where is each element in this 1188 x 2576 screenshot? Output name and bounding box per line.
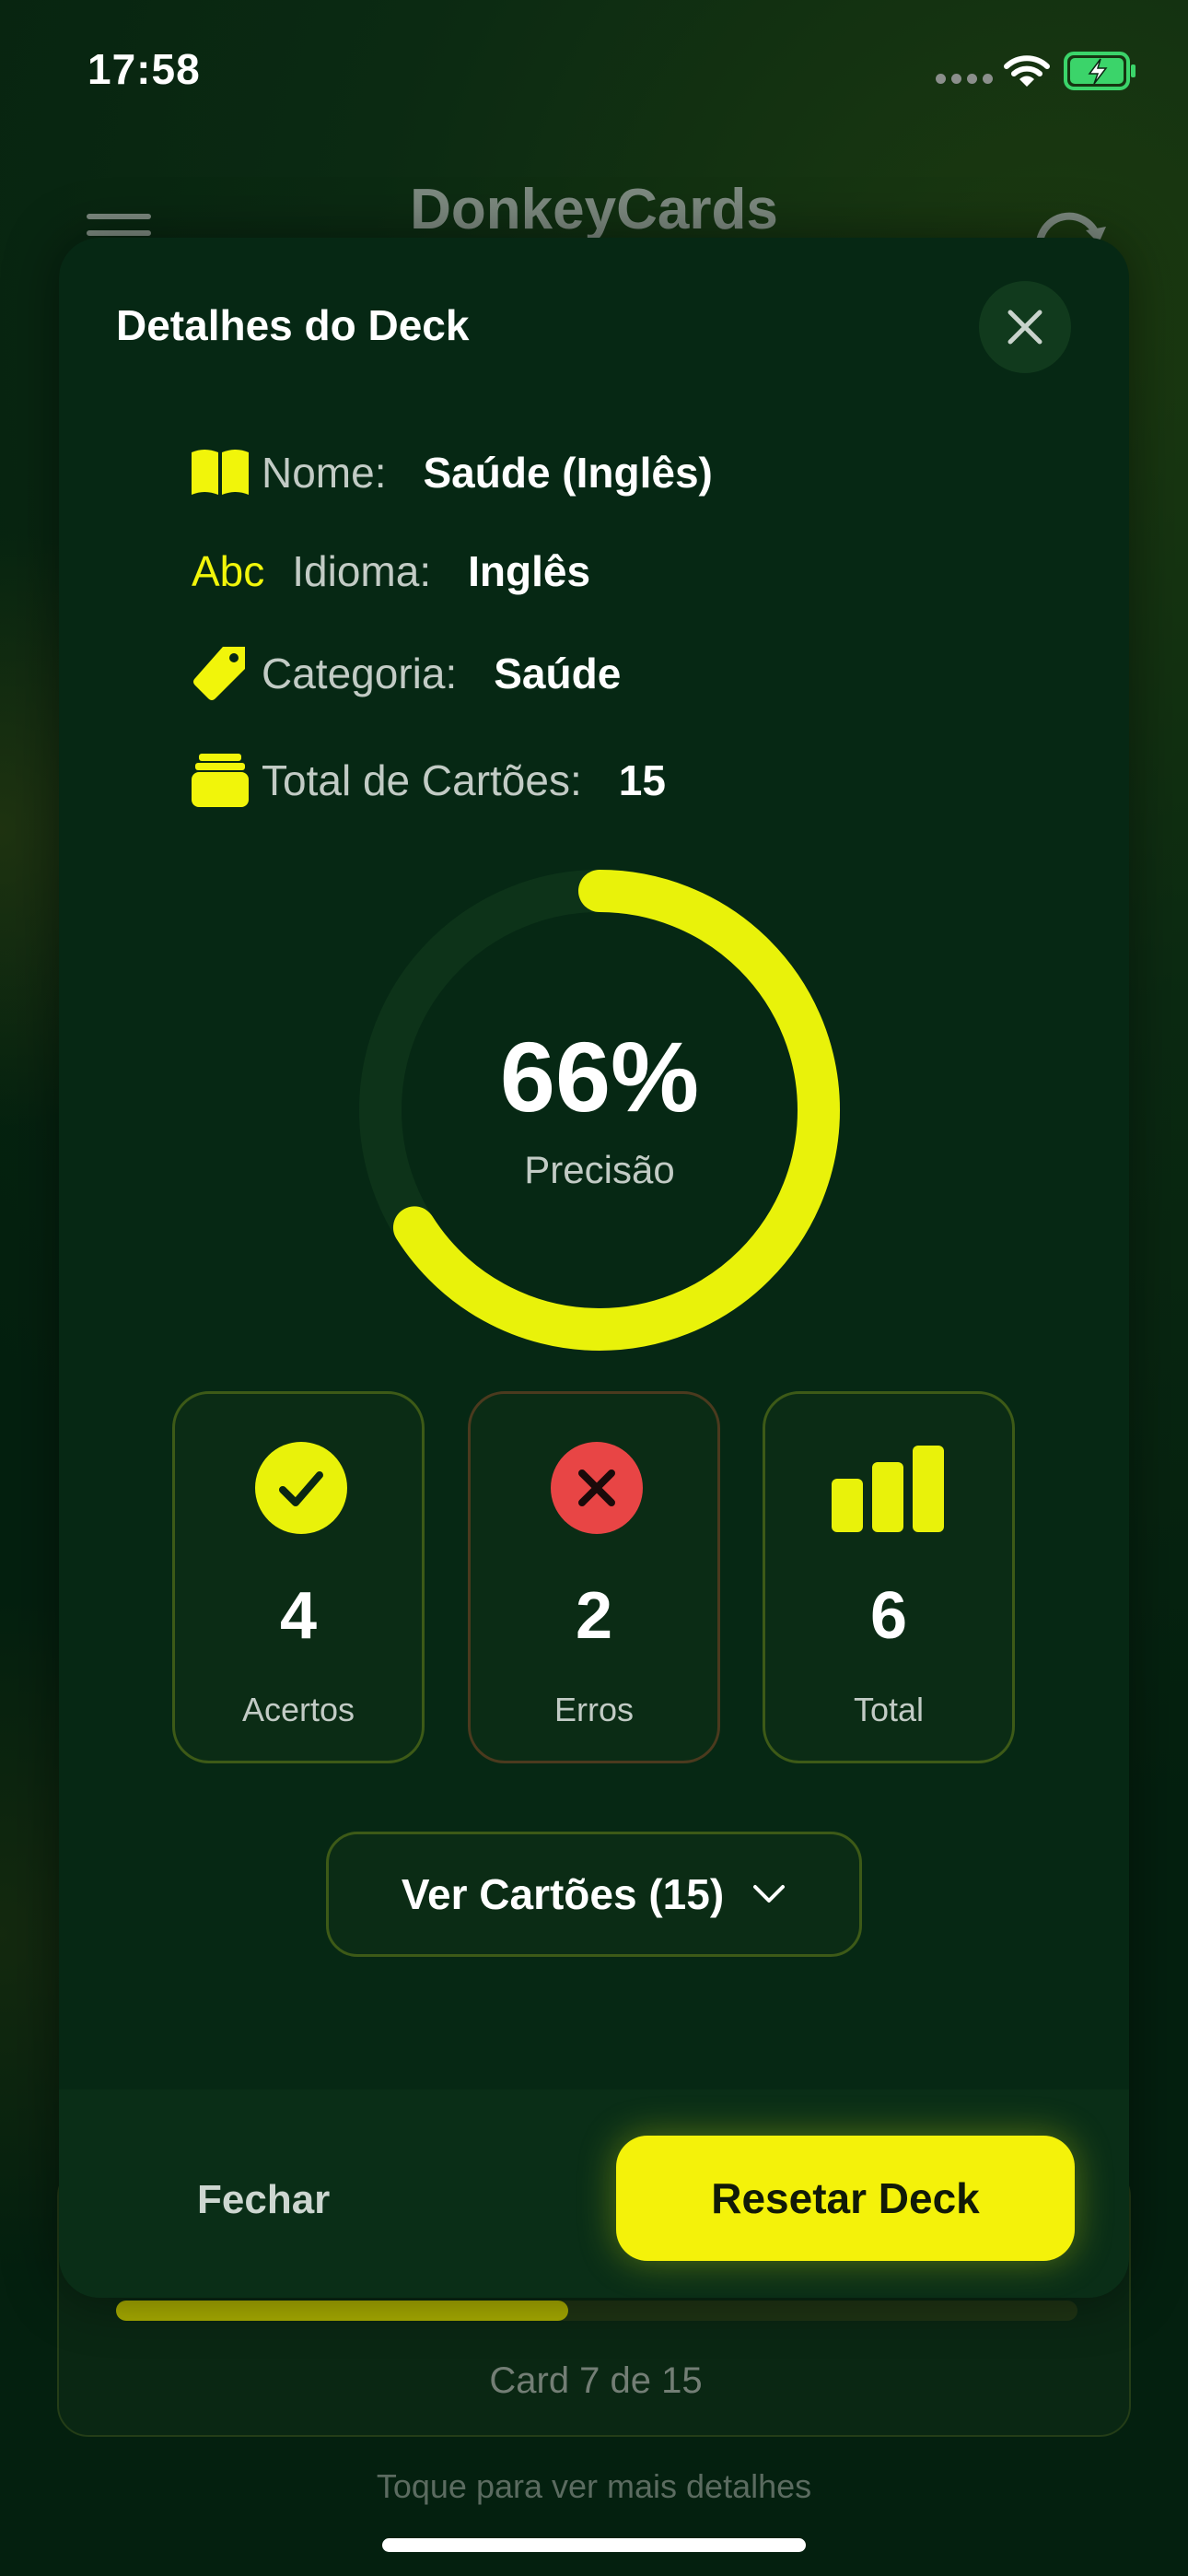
accuracy-percent: 66% — [499, 1021, 700, 1132]
app-title: DonkeyCards — [410, 178, 778, 241]
sheet-footer: Fechar Resetar Deck — [59, 2090, 1129, 2298]
accuracy-label: Precisão — [524, 1148, 675, 1191]
screen: 17:58 DonkeyCards Card 7 de 15 Toque par… — [0, 0, 1188, 2576]
deck-details-sheet: Detalhes do Deck Nome: Saúde (Inglês) Ab… — [59, 238, 1129, 2298]
tag-icon — [190, 643, 250, 704]
deck-name-value: Saúde (Inglês) — [423, 449, 713, 497]
total-count: 6 — [869, 1579, 908, 1653]
total-stat-card: 6 Total — [763, 1391, 1015, 1763]
reset-deck-label: Resetar Deck — [711, 2174, 980, 2222]
correct-label: Acertos — [241, 1691, 355, 1728]
cellular-signal-icon — [936, 74, 993, 84]
x-circle-icon — [551, 1442, 643, 1534]
deck-language-value: Inglês — [468, 547, 591, 595]
error-label: Erros — [553, 1691, 634, 1728]
info-label: Categoria: — [262, 650, 458, 697]
home-indicator — [382, 2538, 806, 2552]
close-icon-button[interactable] — [979, 281, 1071, 373]
info-row-category: Categoria: Saúde — [190, 641, 621, 706]
status-bar: 17:58 — [0, 0, 1188, 138]
close-icon — [1007, 310, 1042, 345]
deck-category-value: Saúde — [494, 650, 622, 697]
deck-progress-fill — [116, 2301, 568, 2321]
sheet-title: Detalhes do Deck — [116, 301, 470, 349]
info-row-language: Abc Idioma: Inglês — [192, 539, 590, 603]
hint-text: Toque para ver mais detalhes — [376, 2467, 812, 2505]
chevron-down-icon — [753, 1885, 786, 1903]
accuracy-ring: 66% Precisão — [354, 864, 845, 1356]
cards-stack-icon — [190, 750, 250, 811]
view-cards-label: Ver Cartões (15) — [401, 1870, 725, 1918]
card-counter: Card 7 de 15 — [489, 2360, 703, 2401]
wifi-icon — [1004, 55, 1050, 87]
book-icon — [190, 442, 250, 503]
check-circle-icon — [255, 1442, 347, 1534]
error-count: 2 — [575, 1579, 613, 1653]
total-cards-value: 15 — [618, 756, 666, 804]
error-stat-card: 2 Erros — [468, 1391, 720, 1763]
reset-deck-button[interactable]: Resetar Deck — [616, 2136, 1075, 2261]
info-label: Idioma: — [292, 547, 432, 595]
correct-count: 4 — [279, 1579, 318, 1653]
status-time: 17:58 — [87, 45, 201, 93]
info-row-total: Total de Cartões: 15 — [190, 748, 666, 813]
info-label: Total de Cartões: — [262, 756, 582, 804]
info-label: Nome: — [262, 449, 387, 497]
total-label: Total — [853, 1691, 925, 1728]
correct-stat-card: 4 Acertos — [172, 1391, 425, 1763]
close-button[interactable]: Fechar — [197, 2177, 330, 2223]
abc-icon: Abc — [192, 547, 265, 595]
battery-charging-icon — [1064, 52, 1136, 90]
view-cards-button[interactable]: Ver Cartões (15) — [326, 1832, 862, 1957]
deck-progress-bar — [116, 2301, 1077, 2321]
info-row-name: Nome: Saúde (Inglês) — [190, 440, 713, 505]
bar-chart-icon — [832, 1446, 944, 1532]
